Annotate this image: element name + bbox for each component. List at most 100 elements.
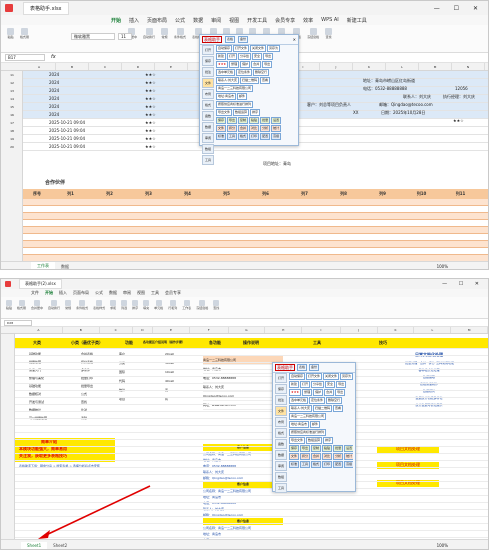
panel-tab-1[interactable]: 备份 [238, 36, 249, 43]
panel-side-2[interactable]: 批注 [202, 67, 214, 77]
bottom-col-D[interactable]: D [133, 327, 154, 333]
panel-btn-1-0[interactable]: 新建 [216, 53, 227, 60]
panel-btn-2-1[interactable]: 整理 [229, 61, 240, 68]
panel-btn-11-3[interactable]: 打印 [249, 133, 260, 140]
bottom-sheet-tab-0[interactable]: Sheet1 [21, 541, 48, 549]
panel2-side-7[interactable]: 数据 [275, 450, 287, 460]
panel2-side-5[interactable]: 格式 [275, 428, 287, 438]
ribbon-btn-4[interactable]: 常规 [161, 28, 169, 39]
col-E[interactable]: E [155, 63, 188, 70]
panel2-btn-3-0[interactable]: 选中单元格 [289, 397, 309, 404]
bottom-sheet-tab-1[interactable]: Sheet2 [47, 542, 73, 549]
panel-btn-4-1[interactable]: 扫描二维码 [240, 77, 260, 84]
row-number[interactable]: 20 [1, 143, 23, 151]
menu-8[interactable]: 会员专享 [275, 17, 295, 24]
col-N[interactable]: N [452, 63, 485, 70]
panel2-btn-10-3[interactable]: 对比 [322, 453, 333, 460]
bottom-file-tab[interactable]: 表格助手(2).xlsx [19, 279, 62, 289]
sheet-tab-0[interactable]: 工作表 [31, 262, 55, 269]
panel2-btn-3-1[interactable]: 定位条件 [309, 397, 326, 404]
panel-btn-10-1[interactable]: 拆分 [227, 125, 238, 132]
bottom-ribbon-btn-6[interactable]: 表格样式 [93, 300, 105, 310]
bottom-ribbon-btn-15[interactable]: 查找 [213, 300, 219, 310]
partner-row[interactable] [23, 234, 488, 241]
panel-btn-0-1[interactable]: 打开文件 [233, 45, 250, 52]
panel-side-7[interactable]: 数据 [202, 122, 214, 132]
bottom-ribbon-btn-4[interactable]: 常规 [65, 300, 71, 310]
bottom-col-M[interactable]: M [451, 327, 488, 333]
panel2-btn-11-3[interactable]: 打印 [322, 461, 333, 468]
row-number[interactable]: 12 [1, 79, 23, 87]
menu-9[interactable]: 效率 [303, 17, 313, 24]
panel-btn-6-0[interactable]: 地址:青岛市 [216, 93, 237, 100]
partner-row[interactable] [23, 199, 488, 206]
bottom-ribbon-btn-10[interactable]: 填充 [143, 300, 149, 310]
bottom-col-F[interactable]: F [190, 327, 229, 333]
panel-side-6[interactable]: 函数 [202, 111, 214, 121]
panel-btn-0-0[interactable]: 自动保存 [216, 45, 233, 52]
panel-btn-10-4[interactable]: 分析 [260, 125, 271, 132]
panel-btn-2-3[interactable]: 合并 [251, 61, 262, 68]
panel-btn-10-0[interactable]: 文件 [216, 125, 227, 132]
panel-btn-8-1[interactable]: 数组运算 [233, 109, 250, 116]
panel2-side-10[interactable]: 工具 [275, 483, 287, 493]
ribbon-btn-0[interactable]: 粘贴 [7, 28, 14, 39]
bottom-ribbon-btn-0[interactable]: 粘贴 [6, 300, 12, 310]
menu-3[interactable]: 公式 [175, 17, 185, 24]
font-name-box[interactable]: 微软雅黑 [71, 33, 115, 40]
panel2-btn-0-2[interactable]: 关闭文件 [323, 373, 340, 380]
panel-side-3[interactable]: 文件 [202, 78, 214, 88]
panel-btn-11-0[interactable]: 标准 [216, 133, 227, 140]
panel-side-8[interactable]: 审阅 [202, 133, 214, 143]
panel2-btn-8-2[interactable]: 排序 [323, 437, 334, 444]
panel2-btn-2-1[interactable]: 整理 [302, 389, 313, 396]
panel-btn-8-2[interactable]: 排序 [250, 109, 261, 116]
bottom-menu-7[interactable]: 视图 [137, 290, 145, 296]
panel-btn-1-3[interactable]: 安全 [252, 53, 263, 60]
col-M[interactable]: M [419, 63, 452, 70]
panel2-btn-1-1[interactable]: 打开 [300, 381, 311, 388]
panel-btn-11-5[interactable]: 高级 [271, 133, 282, 140]
bottom-col-E[interactable]: E [153, 327, 190, 333]
panel2-btn-11-5[interactable]: 高级 [344, 461, 353, 468]
panel2-btn-9-4[interactable]: 批量 [333, 445, 344, 452]
panel-btn-9-0[interactable]: 保存 [216, 117, 227, 124]
panel2-btn-2-2[interactable]: 保护 [313, 389, 324, 396]
row-number[interactable]: 18 [1, 127, 23, 135]
panel2-btn-2-4[interactable]: 导出 [335, 389, 346, 396]
panel2-btn-4-2[interactable]: 查看 [333, 405, 344, 412]
menu-6[interactable]: 视图 [229, 17, 239, 24]
panel2-btn-0-1[interactable]: 打开文件 [306, 373, 323, 380]
panel-side-1[interactable]: 保存 [202, 56, 214, 66]
bottom-col-G[interactable]: G [229, 327, 266, 333]
panel-btn-4-2[interactable]: 查看 [260, 77, 271, 84]
ribbon-btn-15[interactable]: 查找 [325, 28, 333, 39]
col-J[interactable]: J [320, 63, 353, 70]
panel-btn-10-5[interactable]: 统计 [271, 125, 282, 132]
panel-btn-3-1[interactable]: 定位条件 [236, 69, 253, 76]
font-size-box[interactable]: 11 [118, 33, 132, 40]
col-D[interactable]: D [122, 63, 155, 70]
panel-btn-5-0[interactable]: 青岛一二三科技有限公司 [216, 85, 254, 92]
close-icon[interactable]: ✕ [293, 37, 296, 42]
panel-tab-0[interactable]: 表格 [225, 36, 236, 43]
bottom-name-box[interactable]: D28 [4, 320, 32, 326]
menu-4[interactable]: 数据 [193, 17, 203, 24]
panel2-side-4[interactable]: 布局 [275, 417, 287, 427]
row-number[interactable]: 14 [1, 95, 23, 103]
panel-btn-1-1[interactable]: 打开 [227, 53, 238, 60]
panel-btn-11-2[interactable]: 格式 [238, 133, 249, 140]
window-controls[interactable]: — ☐ ✕ [434, 5, 484, 12]
bottom-menu-0[interactable]: 文件 [31, 290, 39, 296]
bottom-panel-tab-0[interactable]: 表格 [297, 364, 308, 371]
panel2-btn-8-0[interactable]: 导出文件 [289, 437, 306, 444]
bottom-menu-9[interactable]: 会员专享 [165, 290, 181, 296]
partner-row[interactable] [23, 220, 488, 227]
panel2-btn-8-1[interactable]: 数组运算 [306, 437, 323, 444]
partner-row[interactable] [23, 206, 488, 213]
bottom-menu-5[interactable]: 数据 [109, 290, 117, 296]
bottom-col-H[interactable]: H [265, 327, 303, 333]
panel2-btn-9-0[interactable]: 保存 [289, 445, 300, 452]
panel-btn-1-2[interactable]: 分享给 [238, 53, 252, 60]
panel-btn-7-0[interactable]: 按照供应商标准进行排列 [216, 101, 254, 108]
